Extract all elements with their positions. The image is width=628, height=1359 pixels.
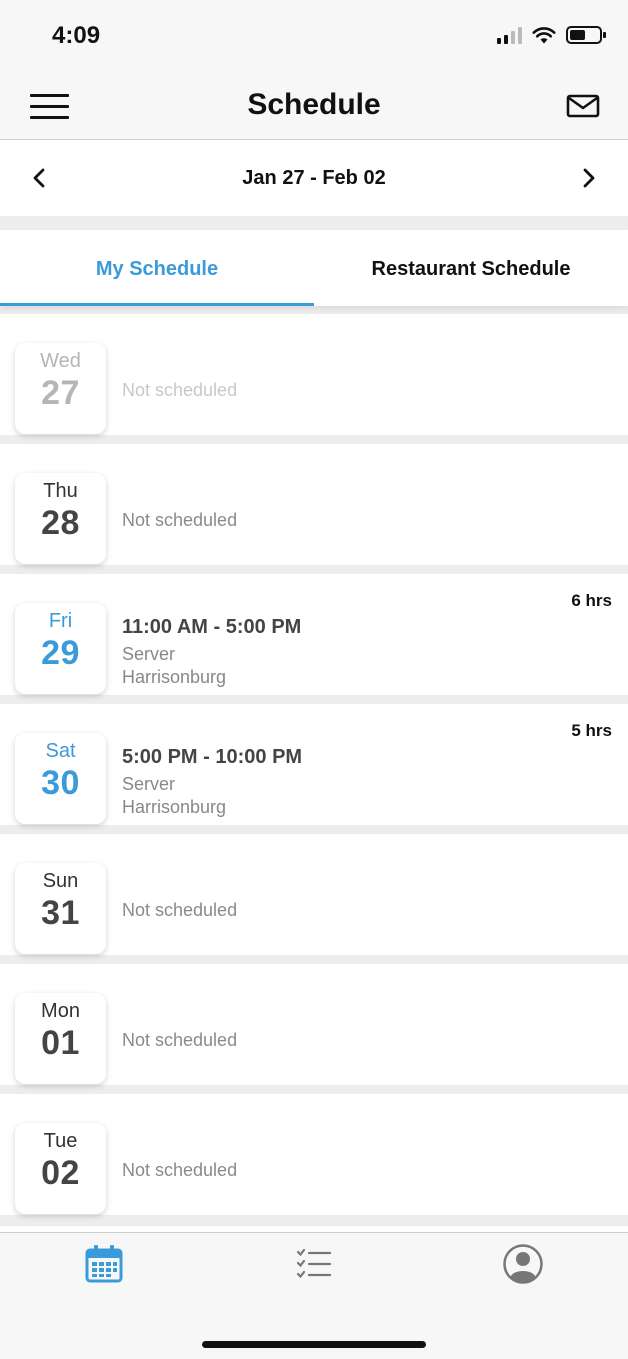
day-number: 30 (41, 764, 80, 802)
shift-time: 11:00 AM - 5:00 PM (122, 616, 302, 638)
shift-hours: 6 hrs (571, 591, 612, 610)
wifi-icon (532, 27, 556, 44)
day-name: Tue (43, 1130, 78, 1152)
schedule-list: Wed 27 Not scheduled Thu 28 Not schedule… (0, 306, 628, 1226)
checklist-icon[interactable] (293, 1243, 335, 1285)
home-indicator (202, 1341, 426, 1348)
day-row-wed[interactable]: Wed 27 Not scheduled (0, 314, 628, 435)
week-selector: Jan 27 - Feb 02 (0, 141, 628, 216)
day-card: Fri 29 (15, 603, 106, 694)
day-row-fri[interactable]: Fri 29 6 hrs 11:00 AM - 5:00 PM Server H… (0, 574, 628, 695)
cellular-signal-icon (497, 26, 522, 44)
day-row-mon[interactable]: Mon 01 Not scheduled (0, 964, 628, 1085)
day-name: Mon (41, 1000, 80, 1022)
chevron-right-icon[interactable] (574, 163, 604, 193)
day-card: Tue 02 (15, 1123, 106, 1214)
not-scheduled-text: Not scheduled (122, 1160, 238, 1180)
day-card: Sat 30 (15, 733, 106, 824)
shift-role: Server (122, 774, 176, 794)
calendar-icon[interactable] (83, 1243, 125, 1285)
week-range-label: Jan 27 - Feb 02 (242, 167, 386, 189)
not-scheduled-text: Not scheduled (122, 510, 238, 530)
status-bar: 4:09 (0, 0, 628, 72)
shift-hours: 5 hrs (571, 721, 612, 740)
navigation-bar: Schedule (0, 72, 628, 140)
day-number: 31 (41, 894, 80, 932)
day-name: Thu (43, 480, 78, 502)
page-title: Schedule (247, 88, 381, 121)
not-scheduled-text: Not scheduled (122, 380, 238, 400)
day-number: 28 (41, 504, 80, 542)
day-card: Wed 27 (15, 343, 106, 434)
status-time: 4:09 (52, 22, 101, 49)
shift-role: Server (122, 644, 176, 664)
mail-icon[interactable] (566, 92, 600, 120)
bottom-tab-bar (0, 1232, 628, 1359)
day-row-thu[interactable]: Thu 28 Not scheduled (0, 444, 628, 565)
not-scheduled-text: Not scheduled (122, 1030, 238, 1050)
section-divider (0, 216, 628, 230)
battery-icon (566, 26, 606, 44)
day-row-tue[interactable]: Tue 02 Not scheduled (0, 1094, 628, 1215)
day-card: Thu 28 (15, 473, 106, 564)
day-number: 27 (41, 374, 80, 412)
day-card: Mon 01 (15, 993, 106, 1084)
shift-location: Harrisonburg (122, 667, 227, 687)
day-card: Sun 31 (15, 863, 106, 954)
day-name: Fri (48, 610, 73, 632)
not-scheduled-text: Not scheduled (122, 900, 238, 920)
profile-icon[interactable] (502, 1243, 544, 1285)
day-name: Sun (42, 870, 79, 892)
day-name: Sat (45, 740, 76, 762)
day-number: 01 (41, 1024, 80, 1062)
day-row-sat[interactable]: Sat 30 5 hrs 5:00 PM - 10:00 PM Server H… (0, 704, 628, 825)
tab-restaurant-schedule[interactable]: Restaurant Schedule (314, 230, 628, 306)
schedule-tabs: My Schedule Restaurant Schedule (0, 230, 628, 306)
tab-my-schedule[interactable]: My Schedule (0, 230, 314, 306)
day-number: 02 (41, 1154, 80, 1192)
day-number: 29 (41, 634, 80, 672)
status-icons (497, 26, 606, 44)
day-name: Wed (40, 350, 81, 372)
shift-time: 5:00 PM - 10:00 PM (122, 746, 303, 768)
day-row-sun[interactable]: Sun 31 Not scheduled (0, 834, 628, 955)
shift-location: Harrisonburg (122, 797, 227, 817)
